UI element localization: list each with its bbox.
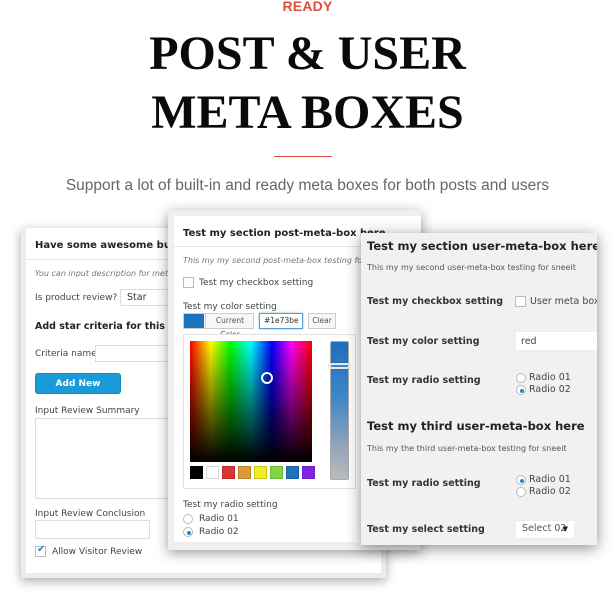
palette-swatch[interactable]: [286, 466, 299, 479]
user-section-2-title: Test my third user-meta-box here: [367, 419, 585, 433]
user-radio-2-01-label: Radio 01: [529, 474, 571, 485]
user-color-input[interactable]: red: [515, 331, 597, 351]
review-summary-label: Input Review Summary: [35, 406, 140, 416]
review-type-label: Is product review? :: [35, 293, 124, 303]
current-color-button[interactable]: Current Color: [183, 313, 254, 339]
review-summary-textarea[interactable]: [35, 418, 175, 499]
palette-swatch[interactable]: [190, 466, 203, 479]
user-radio-02-label: Radio 02: [529, 384, 571, 395]
lightness-slider-handle[interactable]: [329, 363, 350, 369]
eyebrow-label: READY: [282, 0, 333, 14]
headline-line-1: POST & USER: [149, 27, 466, 80]
palette-swatch[interactable]: [222, 466, 235, 479]
add-new-criteria-button[interactable]: Add New Criteria: [35, 373, 121, 409]
criteria-name-label: Criteria name:: [35, 349, 100, 359]
allow-visitor-review-checkbox[interactable]: [35, 544, 46, 557]
hex-color-input[interactable]: #1e73be: [259, 313, 303, 329]
color-cursor-handle[interactable]: [261, 372, 273, 384]
palette-swatch[interactable]: [238, 466, 251, 479]
color-spectrum[interactable]: [190, 341, 312, 462]
palette-swatch[interactable]: [254, 466, 267, 479]
color-picker: [183, 334, 356, 489]
user-select-value: Select 02: [522, 523, 567, 534]
chevron-down-icon: ▼: [562, 525, 568, 533]
post-radio-01-label: Radio 01: [199, 514, 239, 524]
user-radio-2-02-label: Radio 02: [529, 486, 571, 497]
user-color-value: red: [521, 336, 537, 347]
post-box-title: Test my section post-meta-box here: [183, 228, 386, 239]
user-section-1-title: Test my section user-meta-box here: [367, 239, 597, 253]
post-checkbox[interactable]: [183, 277, 194, 288]
user-section-2-description: This my the third user-meta-box testing …: [367, 444, 567, 453]
user-meta-box-panel: Test my section user-meta-box here This …: [361, 233, 597, 545]
user-radio-label: Test my radio setting: [367, 375, 481, 386]
user-select[interactable]: Select 02 ▼: [515, 520, 575, 539]
user-select-label: Test my select setting: [367, 524, 485, 535]
accent-divider: [274, 156, 332, 157]
review-type-value: Star: [127, 292, 147, 303]
post-color-label: Test my color setting: [183, 302, 277, 312]
user-section-1-description: This my my second user-meta-box testing …: [367, 263, 576, 272]
review-box-description: You can input description for meta: [35, 269, 173, 278]
headline-line-2: META BOXES: [151, 86, 464, 139]
review-conclusion-label: Input Review Conclusion: [35, 509, 146, 519]
post-radio-02[interactable]: [183, 527, 193, 537]
user-radio-2-01[interactable]: [516, 475, 526, 485]
user-color-label: Test my color setting: [367, 336, 480, 347]
tagline: Support a lot of built-in and ready meta…: [65, 177, 550, 194]
post-box-description: This my my second post-meta-box testing …: [183, 256, 373, 265]
lightness-slider[interactable]: [329, 341, 350, 480]
allow-visitor-review-label: Allow Visitor Review: [52, 547, 143, 557]
palette-swatch[interactable]: [206, 466, 219, 479]
user-checkbox-label: Test my checkbox setting: [367, 296, 504, 307]
user-radio-01-label: Radio 01: [529, 372, 571, 383]
post-radio-label: Test my radio setting: [183, 500, 278, 510]
clear-color-button[interactable]: Clear: [308, 313, 336, 329]
user-meta-box-checkbox-label: User meta box: [530, 296, 597, 307]
palette-swatch[interactable]: [270, 466, 283, 479]
current-color-label: Current Color: [205, 314, 254, 339]
post-radio-02-label: Radio 02: [199, 527, 239, 537]
post-radio-01[interactable]: [183, 514, 193, 524]
palette-swatch[interactable]: [302, 466, 315, 479]
user-radio-2-label: Test my radio setting: [367, 478, 481, 489]
review-conclusion-input[interactable]: [35, 520, 150, 539]
color-swatch: [184, 314, 204, 328]
user-meta-box-checkbox[interactable]: [515, 296, 526, 307]
user-radio-01[interactable]: [516, 373, 526, 383]
user-radio-2-02[interactable]: [516, 487, 526, 497]
post-checkbox-label: Test my checkbox setting: [199, 278, 314, 288]
color-palette: [190, 466, 315, 479]
user-radio-02[interactable]: [516, 385, 526, 395]
